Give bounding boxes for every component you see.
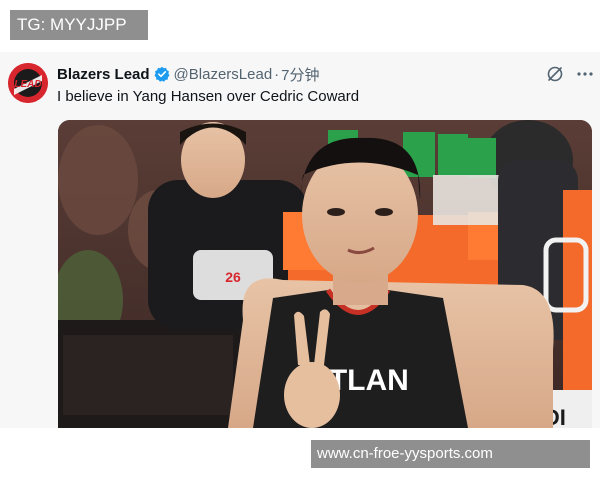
more-icon[interactable] (576, 65, 594, 88)
tweet-actions (546, 65, 594, 88)
display-name[interactable]: Blazers Lead (57, 66, 150, 83)
tweet-photo[interactable]: 26 ADI RTLAN (58, 120, 592, 428)
website-watermark: www.cn-froe-yysports.com (311, 440, 590, 468)
avatar[interactable]: LEAD (8, 63, 48, 103)
author-row: Blazers Lead @BlazersLead · 7分钟 (57, 64, 320, 84)
handle[interactable]: @BlazersLead (174, 66, 273, 83)
grok-icon[interactable] (546, 65, 564, 88)
photo-scene: 26 ADI RTLAN (58, 120, 592, 428)
tweet-text: I believe in Yang Hansen over Cedric Cow… (57, 88, 360, 105)
separator-dot: · (274, 65, 280, 83)
timestamp[interactable]: 7分钟 (281, 64, 319, 85)
svg-text:26: 26 (225, 269, 241, 285)
blazers-lead-logo-icon: LEAD (8, 63, 48, 103)
verified-badge-icon (154, 66, 170, 82)
telegram-tag: TG: MYYJJPP (10, 10, 148, 40)
avatar-text: LEAD (14, 79, 41, 90)
